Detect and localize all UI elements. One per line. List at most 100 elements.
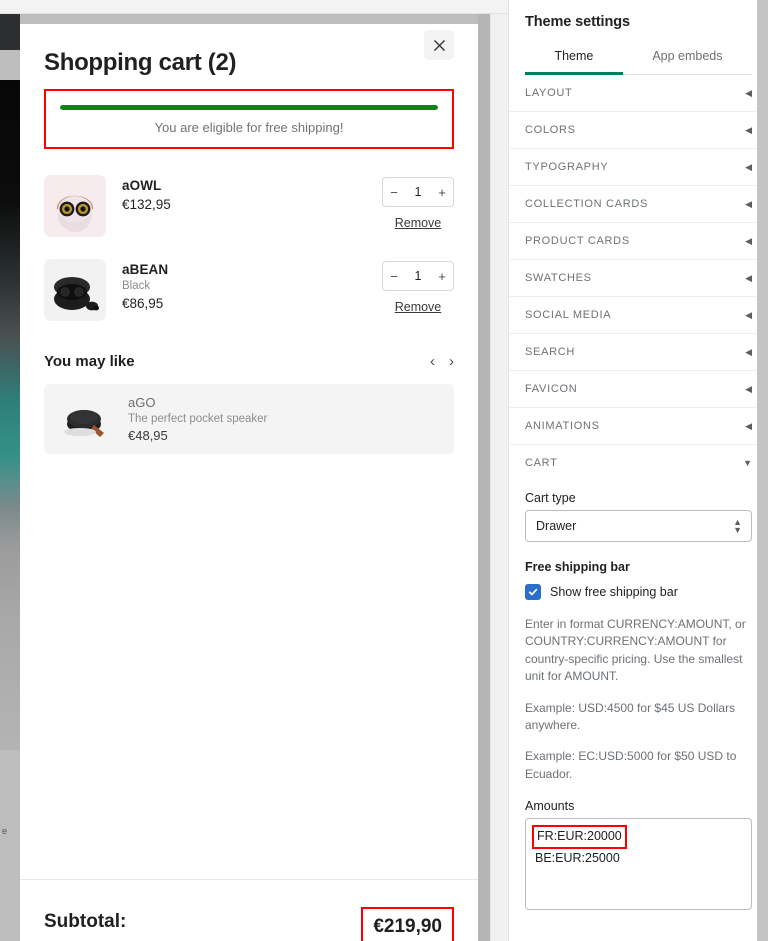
cart-item-price: €132,95	[122, 197, 171, 212]
cart-type-select[interactable]: Drawer ▲ ▼	[525, 510, 752, 542]
quantity-decrement-button[interactable]: −	[383, 178, 405, 206]
recommendation-description: The perfect pocket speaker	[128, 413, 268, 425]
free-shipping-message: You are eligible for free shipping!	[154, 120, 344, 135]
sidebar-item-swatches[interactable]: SWATCHES ◀	[509, 260, 768, 297]
cart-drawer: Shopping cart (2) You are eligible for f…	[20, 24, 478, 941]
subtotal-highlight: €219,90	[361, 906, 454, 941]
quantity-increment-button[interactable]: +	[431, 262, 453, 290]
settings-section-list: LAYOUT ◀ COLORS ◀ TYPOGRAPHY ◀ COLLECTIO…	[509, 75, 768, 481]
preview-scrollbar[interactable]	[478, 14, 490, 941]
cart-item-variant: Black	[122, 280, 151, 292]
quantity-value: 1	[414, 269, 422, 283]
free-shipping-bar-heading: Free shipping bar	[525, 560, 630, 574]
cart-footer: Subtotal: €219,90	[20, 879, 478, 941]
amounts-help-example-2: Example: EC:USD:5000 for $50 USD to Ecua…	[525, 749, 737, 781]
preview-top-strip	[0, 0, 508, 14]
quantity-value: 1	[414, 185, 422, 199]
show-free-shipping-bar-row[interactable]: Show free shipping bar	[525, 584, 752, 600]
go-speaker-image	[58, 390, 116, 448]
section-label: PRODUCT CARDS	[525, 235, 630, 247]
quantity-stepper[interactable]: − 1 +	[382, 261, 454, 291]
subtotal-value: €219,90	[373, 915, 442, 937]
chevron-left-icon: ◀	[745, 309, 752, 320]
settings-tabs: Theme App embeds	[525, 42, 752, 75]
chevron-left-icon: ◀	[745, 272, 752, 283]
close-glyph	[433, 39, 445, 51]
chevron-left-icon: ◀	[745, 420, 752, 431]
amounts-line: BE:EUR:25000	[535, 850, 620, 865]
chevron-left-icon: ◀	[745, 124, 752, 135]
sidebar-item-social-media[interactable]: SOCIAL MEDIA ◀	[509, 297, 768, 334]
show-free-shipping-bar-label: Show free shipping bar	[550, 585, 678, 599]
sidebar-item-product-cards[interactable]: PRODUCT CARDS ◀	[509, 223, 768, 260]
section-label: COLLECTION CARDS	[525, 198, 649, 210]
free-shipping-progress-fill	[60, 105, 438, 110]
close-icon[interactable]	[424, 30, 454, 60]
cart-item-controls: − 1 + Remove	[382, 175, 454, 232]
cart-type-label: Cart type	[525, 491, 576, 505]
chevron-left-icon[interactable]: ‹	[430, 354, 435, 369]
sidebar-item-search[interactable]: SEARCH ◀	[509, 334, 768, 371]
section-label: SOCIAL MEDIA	[525, 309, 612, 321]
cart-item-info: aBEAN Black €86,95	[122, 259, 366, 311]
sidebar-item-typography[interactable]: TYPOGRAPHY ◀	[509, 149, 768, 186]
sidebar-item-animations[interactable]: ANIMATIONS ◀	[509, 408, 768, 445]
section-label: TYPOGRAPHY	[525, 161, 609, 173]
preview-footer-text: e	[2, 826, 7, 836]
chevron-right-icon[interactable]: ›	[449, 354, 454, 369]
quantity-increment-button[interactable]: +	[431, 178, 453, 206]
theme-settings-panel: Theme settings Theme App embeds LAYOUT ◀…	[508, 0, 768, 941]
bean-product-image	[44, 259, 106, 321]
subtotal-label: Subtotal:	[44, 910, 127, 932]
recommendations-header: You may like ‹ ›	[44, 353, 454, 370]
page-title: Shopping cart (2)	[44, 49, 237, 76]
amounts-textarea[interactable]: FR:EUR:20000 BE:EUR:25000	[525, 818, 752, 911]
remove-item-link[interactable]: Remove	[395, 300, 442, 314]
cart-item-info: aOWL €132,95	[122, 175, 366, 212]
recommendation-name: aGO	[128, 395, 156, 410]
preview-scrollbar-track[interactable]	[490, 14, 508, 941]
check-icon	[528, 588, 538, 596]
recommendation-card[interactable]: aGO The perfect pocket speaker €48,95	[44, 384, 454, 454]
cart-line-item: aBEAN Black €86,95 − 1 + Remove	[44, 259, 454, 321]
remove-item-link[interactable]: Remove	[395, 216, 442, 230]
app-root: e Shopping cart (2) You are eligible for…	[0, 0, 768, 941]
cart-item-title: aBEAN	[122, 262, 169, 277]
cart-items-list: aOWL €132,95 − 1 + Remove aBEAN Black €8…	[44, 175, 454, 321]
cart-drawer-body: Shopping cart (2) You are eligible for f…	[20, 24, 478, 879]
chevron-down-icon: ▼	[743, 457, 752, 468]
section-label: SWATCHES	[525, 272, 592, 284]
sidebar-item-favicon[interactable]: FAVICON ◀	[509, 371, 768, 408]
bean-earbuds-thumbnail[interactable]	[44, 259, 106, 321]
section-label: LAYOUT	[525, 87, 573, 99]
sidebar-item-layout[interactable]: LAYOUT ◀	[509, 75, 768, 112]
tab-theme[interactable]: Theme	[525, 42, 623, 75]
chevron-left-icon: ◀	[745, 198, 752, 209]
amounts-help-example-1: Example: USD:4500 for $45 US Dollars any…	[525, 700, 736, 732]
panel-title: Theme settings	[525, 14, 630, 30]
cart-line-item: aOWL €132,95 − 1 + Remove	[44, 175, 454, 237]
section-label: COLORS	[525, 124, 576, 136]
amounts-label: Amounts	[525, 799, 575, 814]
select-arrows-icon: ▲ ▼	[733, 517, 742, 535]
chevron-left-icon: ◀	[745, 87, 752, 98]
sidebar-item-colors[interactable]: COLORS ◀	[509, 112, 768, 149]
go-speaker-thumbnail	[58, 390, 116, 448]
cart-settings-panel: Cart type Drawer ▲ ▼ Free shipping bar Sh…	[509, 481, 768, 911]
quantity-stepper[interactable]: − 1 +	[382, 177, 454, 207]
quantity-decrement-button[interactable]: −	[383, 262, 405, 290]
section-label: ANIMATIONS	[525, 420, 600, 432]
settings-scrollbar[interactable]	[757, 0, 768, 941]
owl-headphones-thumbnail[interactable]	[44, 175, 106, 237]
chevron-left-icon: ◀	[745, 161, 752, 172]
chevron-left-icon: ◀	[745, 235, 752, 246]
preview-site-header	[0, 14, 20, 50]
recommendations-nav: ‹ ›	[430, 354, 454, 369]
show-free-shipping-bar-checkbox[interactable]	[525, 584, 541, 600]
sidebar-item-cart[interactable]: CART ▼	[509, 445, 768, 481]
tab-app-embeds[interactable]: App embeds	[623, 42, 752, 75]
cart-type-value: Drawer	[536, 519, 577, 533]
chevron-left-icon: ◀	[745, 346, 752, 357]
chevron-left-icon: ◀	[745, 383, 752, 394]
sidebar-item-collection-cards[interactable]: COLLECTION CARDS ◀	[509, 186, 768, 223]
